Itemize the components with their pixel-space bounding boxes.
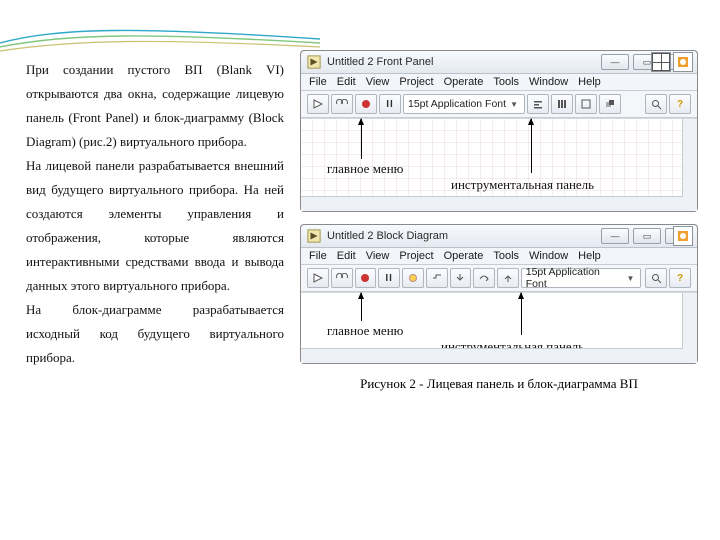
bd-menubar: File Edit View Project Operate Tools Win… <box>301 248 697 265</box>
bd-toolbar: II 15pt Application Font ▼ ? <box>301 265 697 292</box>
search-button[interactable] <box>645 94 667 114</box>
figure-area: Untitled 2 Front Panel — ▭ ✕ File Edit V… <box>300 50 698 392</box>
menu-view[interactable]: View <box>366 76 390 88</box>
front-panel-window: Untitled 2 Front Panel — ▭ ✕ File Edit V… <box>300 50 698 212</box>
scrollbar-v[interactable] <box>682 293 697 363</box>
figure-caption: Рисунок 2 - Лицевая панель и блок-диагра… <box>300 376 698 392</box>
step-into-button[interactable] <box>450 268 472 288</box>
menu-project[interactable]: Project <box>399 250 433 262</box>
font-selector[interactable]: 15pt Application Font ▼ <box>403 94 525 114</box>
menu-window[interactable]: Window <box>529 250 568 262</box>
arrow-to-menu <box>361 293 362 321</box>
fp-annotation-toolbar: инструментальная панель <box>451 177 594 193</box>
menu-file[interactable]: File <box>309 76 327 88</box>
paragraph-3: На блок-диаграмме разрабатывается исходн… <box>26 298 284 370</box>
icon-connector-pane <box>673 226 693 246</box>
fp-annotation-menu: главное меню <box>327 161 403 177</box>
vi-icon[interactable] <box>673 52 693 72</box>
menu-tools[interactable]: Tools <box>493 250 519 262</box>
labview-app-icon <box>307 229 321 243</box>
decorative-swoosh <box>0 25 320 55</box>
reorder-button[interactable] <box>599 94 621 114</box>
highlight-exec-button[interactable] <box>402 268 424 288</box>
fp-toolbar: II 15pt Application Font ▼ ? <box>301 91 697 118</box>
scrollbar-h[interactable] <box>301 196 683 211</box>
bd-title: Untitled 2 Block Diagram <box>327 230 601 242</box>
maximize-button[interactable]: ▭ <box>633 228 661 244</box>
pause-button[interactable]: II <box>378 268 400 288</box>
block-diagram-window: Untitled 2 Block Diagram — ▭ ✕ File Edit… <box>300 224 698 364</box>
chevron-down-icon: ▼ <box>510 100 518 109</box>
font-selector[interactable]: 15pt Application Font ▼ <box>521 268 642 288</box>
paragraph-2: На лицевой панели разрабатывается внешни… <box>26 154 284 298</box>
scrollbar-v[interactable] <box>682 119 697 211</box>
run-button[interactable] <box>307 268 329 288</box>
menu-project[interactable]: Project <box>399 76 433 88</box>
menu-help[interactable]: Help <box>578 250 601 262</box>
menu-view[interactable]: View <box>366 250 390 262</box>
menu-tools[interactable]: Tools <box>493 76 519 88</box>
bd-canvas[interactable]: главное меню инструментальная панель <box>301 292 697 363</box>
scrollbar-h[interactable] <box>301 348 683 363</box>
menu-edit[interactable]: Edit <box>337 76 356 88</box>
arrow-to-toolbar <box>521 293 522 335</box>
fp-canvas[interactable]: главное меню инструментальная панель <box>301 118 697 211</box>
run-continuous-button[interactable] <box>331 268 353 288</box>
abort-button[interactable] <box>355 268 377 288</box>
menu-help[interactable]: Help <box>578 76 601 88</box>
resize-button[interactable] <box>575 94 597 114</box>
align-button[interactable] <box>527 94 549 114</box>
paragraph-1-text: При создании пустого ВП (Blank VI) откры… <box>26 62 284 149</box>
menu-operate[interactable]: Operate <box>444 76 484 88</box>
retain-wire-button[interactable] <box>426 268 448 288</box>
fp-titlebar: Untitled 2 Front Panel — ▭ ✕ <box>301 51 697 74</box>
chevron-down-icon: ▼ <box>627 274 635 283</box>
font-label: 15pt Application Font <box>408 98 506 110</box>
menu-window[interactable]: Window <box>529 76 568 88</box>
step-out-button[interactable] <box>497 268 519 288</box>
labview-app-icon <box>307 55 321 69</box>
help-button[interactable]: ? <box>669 94 691 114</box>
icon-connector-pane <box>651 52 693 72</box>
fp-title: Untitled 2 Front Panel <box>327 56 601 68</box>
run-button[interactable] <box>307 94 329 114</box>
connector-pane-icon[interactable] <box>651 52 671 72</box>
run-continuous-button[interactable] <box>331 94 353 114</box>
font-label: 15pt Application Font <box>526 266 623 290</box>
arrow-to-toolbar <box>531 119 532 173</box>
body-text: При создании пустого ВП (Blank VI) откры… <box>26 58 284 370</box>
bd-annotation-menu: главное меню <box>327 323 403 339</box>
menu-file[interactable]: File <box>309 250 327 262</box>
search-button[interactable] <box>645 268 667 288</box>
distribute-button[interactable] <box>551 94 573 114</box>
paragraph-1: При создании пустого ВП (Blank VI) откры… <box>26 58 284 154</box>
fp-menubar: File Edit View Project Operate Tools Win… <box>301 74 697 91</box>
menu-edit[interactable]: Edit <box>337 250 356 262</box>
vi-icon[interactable] <box>673 226 693 246</box>
minimize-button[interactable]: — <box>601 228 629 244</box>
help-button[interactable]: ? <box>669 268 691 288</box>
step-over-button[interactable] <box>473 268 495 288</box>
arrow-to-menu <box>361 119 362 159</box>
minimize-button[interactable]: — <box>601 54 629 70</box>
menu-operate[interactable]: Operate <box>444 250 484 262</box>
bd-titlebar: Untitled 2 Block Diagram — ▭ ✕ <box>301 225 697 248</box>
abort-button[interactable] <box>355 94 377 114</box>
pause-button[interactable]: II <box>379 94 401 114</box>
